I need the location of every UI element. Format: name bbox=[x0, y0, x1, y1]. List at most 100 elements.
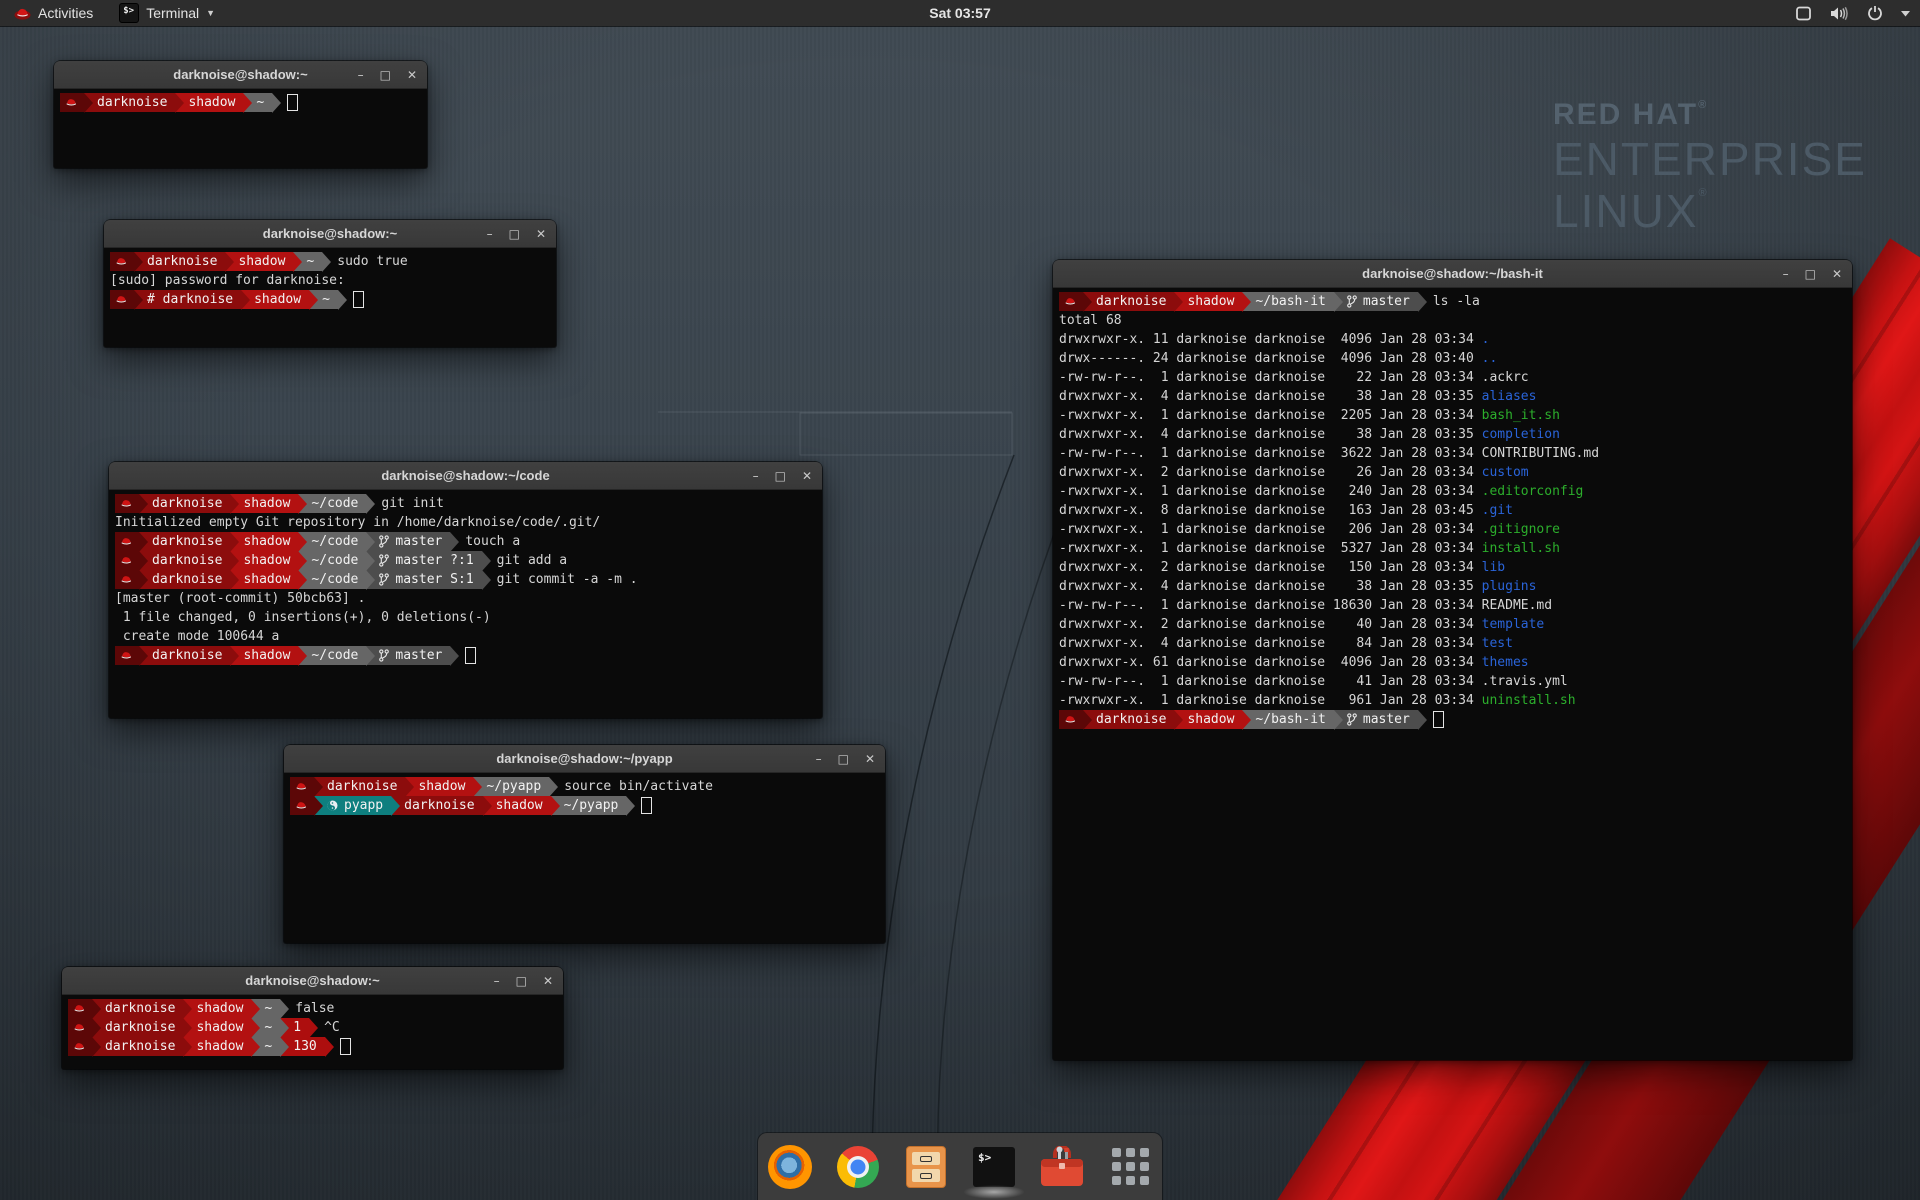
ls-row: drwxrwxr-x. 2 darknoise darknoise 40 Jan… bbox=[1059, 615, 1846, 634]
terminal-content[interactable]: darknoiseshadow~sudo true[sudo] password… bbox=[104, 248, 556, 347]
terminal-window-term-bashit[interactable]: darknoise@shadow:~/bash-it–□✕darknoisesh… bbox=[1053, 260, 1852, 1060]
close-button[interactable]: ✕ bbox=[802, 470, 812, 482]
command-text: ^C bbox=[324, 1020, 340, 1035]
maximize-button[interactable]: □ bbox=[775, 470, 786, 482]
maximize-button[interactable]: □ bbox=[1805, 268, 1816, 280]
dock-item-files[interactable] bbox=[903, 1144, 949, 1190]
prompt-segment-hat bbox=[290, 796, 314, 815]
ls-filename: . bbox=[1482, 332, 1490, 347]
clock[interactable]: Sat 03:57 bbox=[0, 5, 1920, 21]
titlebar[interactable]: darknoise@shadow:~/code–□✕ bbox=[109, 462, 822, 490]
minimize-button[interactable]: – bbox=[1783, 268, 1789, 280]
titlebar[interactable]: darknoise@shadow:~–□✕ bbox=[104, 220, 556, 248]
ls-row: drwxrwxr-x. 8 darknoise darknoise 163 Ja… bbox=[1059, 501, 1846, 520]
activities-button[interactable]: Activities bbox=[0, 0, 107, 26]
minimize-button[interactable]: – bbox=[358, 69, 364, 81]
close-button[interactable]: ✕ bbox=[865, 753, 875, 765]
prompt-segment-text: ~ bbox=[322, 292, 330, 307]
terminal-content[interactable]: darknoiseshadow~falsedarknoiseshadow~1^C… bbox=[62, 995, 563, 1069]
maximize-button[interactable]: □ bbox=[516, 975, 527, 987]
prompt-segment-text: shadow bbox=[418, 779, 465, 794]
dock-item-firefox[interactable] bbox=[767, 1144, 813, 1190]
prompt-segment-text: darknoise bbox=[327, 779, 397, 794]
terminal-content[interactable]: darknoiseshadow~/pyappsource bin/activat… bbox=[284, 773, 885, 943]
prompt-segment-text: darknoise bbox=[97, 95, 167, 110]
prompt-line: darknoiseshadow~1^C bbox=[68, 1018, 557, 1037]
minimize-button[interactable]: – bbox=[487, 228, 493, 240]
prompt-segment-hat bbox=[115, 570, 139, 589]
titlebar[interactable]: darknoise@shadow:~/bash-it–□✕ bbox=[1053, 260, 1852, 288]
prompt-segment-user: darknoise bbox=[92, 1037, 183, 1056]
titlebar[interactable]: darknoise@shadow:~–□✕ bbox=[62, 967, 563, 995]
close-button[interactable]: ✕ bbox=[1832, 268, 1842, 280]
close-button[interactable]: ✕ bbox=[543, 975, 553, 987]
terminal-window-term-home-small[interactable]: darknoise@shadow:~–□✕darknoiseshadow~ bbox=[54, 61, 427, 168]
maximize-button[interactable]: □ bbox=[838, 753, 849, 765]
dock-item-terminal[interactable]: $> bbox=[971, 1144, 1017, 1190]
minimize-button[interactable]: – bbox=[816, 753, 822, 765]
maximize-button[interactable]: □ bbox=[509, 228, 520, 240]
terminal-content[interactable]: darknoiseshadow~/codegit initInitialized… bbox=[109, 490, 822, 718]
ls-filename: .editorconfig bbox=[1482, 484, 1584, 499]
minimize-button[interactable]: – bbox=[494, 975, 500, 987]
toolbox-icon bbox=[1039, 1146, 1085, 1188]
terminal-content[interactable]: darknoiseshadow~ bbox=[54, 89, 427, 168]
titlebar[interactable]: darknoise@shadow:~/pyapp–□✕ bbox=[284, 745, 885, 773]
titlebar[interactable]: darknoise@shadow:~–□✕ bbox=[54, 61, 427, 89]
terminal-cursor bbox=[641, 797, 652, 814]
redhat-prompt-icon bbox=[115, 256, 128, 267]
minimize-button[interactable]: – bbox=[753, 470, 759, 482]
command-text: git commit -a -m . bbox=[497, 572, 638, 587]
prompt-segment-text: ~ bbox=[256, 95, 264, 110]
ls-fields: drwxrwxr-x. 2 darknoise darknoise 150 Ja… bbox=[1059, 560, 1482, 575]
close-button[interactable]: ✕ bbox=[407, 69, 417, 81]
brand-reg-mark: ® bbox=[1698, 187, 1708, 199]
power-icon[interactable] bbox=[1867, 5, 1883, 21]
command-text: ls -la bbox=[1433, 294, 1480, 309]
prompt-segment-text: shadow bbox=[238, 254, 285, 269]
prompt-line: darknoiseshadow~/codemaster S:1git commi… bbox=[115, 570, 816, 589]
dock-item-toolbox[interactable] bbox=[1039, 1144, 1085, 1190]
terminal-output-line: create mode 100644 a bbox=[115, 627, 816, 646]
terminal-window-term-sudo[interactable]: darknoise@shadow:~–□✕darknoiseshadow~sud… bbox=[104, 220, 556, 347]
ls-filename: .git bbox=[1482, 503, 1513, 518]
prompt-segment-text: ~/pyapp bbox=[486, 779, 541, 794]
window-indicator-icon[interactable] bbox=[1795, 6, 1812, 21]
prompt-segment-text: shadow bbox=[243, 534, 290, 549]
ls-fields: -rw-rw-r--. 1 darknoise darknoise 41 Jan… bbox=[1059, 674, 1482, 689]
prompt-segment-text: shadow bbox=[243, 572, 290, 587]
file-manager-icon bbox=[906, 1146, 946, 1188]
dock-item-chrome[interactable] bbox=[835, 1144, 881, 1190]
prompt-segment-text: shadow bbox=[196, 1001, 243, 1016]
chevron-down-icon[interactable] bbox=[1901, 10, 1910, 17]
prompt-segment-git: master S:1 bbox=[366, 570, 481, 589]
ls-row: drwxrwxr-x. 11 darknoise darknoise 4096 … bbox=[1059, 330, 1846, 349]
prompt-segment-hat bbox=[110, 290, 134, 309]
terminal-output-line: total 68 bbox=[1059, 311, 1846, 330]
prompt-segment-text: master bbox=[1363, 712, 1410, 727]
terminal-window-term-exitcodes[interactable]: darknoise@shadow:~–□✕darknoiseshadow~fal… bbox=[62, 967, 563, 1069]
prompt-segment-git: master bbox=[366, 646, 450, 665]
maximize-button[interactable]: □ bbox=[380, 69, 391, 81]
ls-row: -rw-rw-r--. 1 darknoise darknoise 18630 … bbox=[1059, 596, 1846, 615]
dock-item-app-grid[interactable] bbox=[1107, 1144, 1153, 1190]
terminal-content[interactable]: darknoiseshadow~/bash-itmasterls -latota… bbox=[1053, 288, 1852, 1060]
prompt-segment-path: ~/pyapp bbox=[551, 796, 627, 815]
terminal-window-term-code[interactable]: darknoise@shadow:~/code–□✕darknoiseshado… bbox=[109, 462, 822, 718]
app-menu-terminal[interactable]: $> Terminal ▼ bbox=[107, 0, 227, 26]
volume-icon[interactable] bbox=[1830, 6, 1849, 21]
prompt-segment-user: darknoise bbox=[139, 532, 230, 551]
prompt-line: darknoiseshadow~/codemaster ?:1git add a bbox=[115, 551, 816, 570]
terminal-window-term-pyapp[interactable]: darknoise@shadow:~/pyapp–□✕darknoiseshad… bbox=[284, 745, 885, 943]
close-button[interactable]: ✕ bbox=[536, 228, 546, 240]
terminal-app-icon: $> bbox=[119, 3, 139, 23]
prompt-segment-user: darknoise bbox=[391, 796, 482, 815]
prompt-segment-text: shadow bbox=[1187, 294, 1234, 309]
redhat-prompt-icon bbox=[1064, 296, 1077, 307]
brand-line-enterprise: ENTERPRISE bbox=[1553, 136, 1867, 182]
prompt-segment-user: darknoise bbox=[314, 777, 405, 796]
prompt-segment-text: darknoise bbox=[105, 1039, 175, 1054]
prompt-segment-hat bbox=[60, 93, 84, 112]
prompt-segment-user: darknoise bbox=[1083, 292, 1174, 311]
chevron-down-icon: ▼ bbox=[206, 8, 215, 18]
